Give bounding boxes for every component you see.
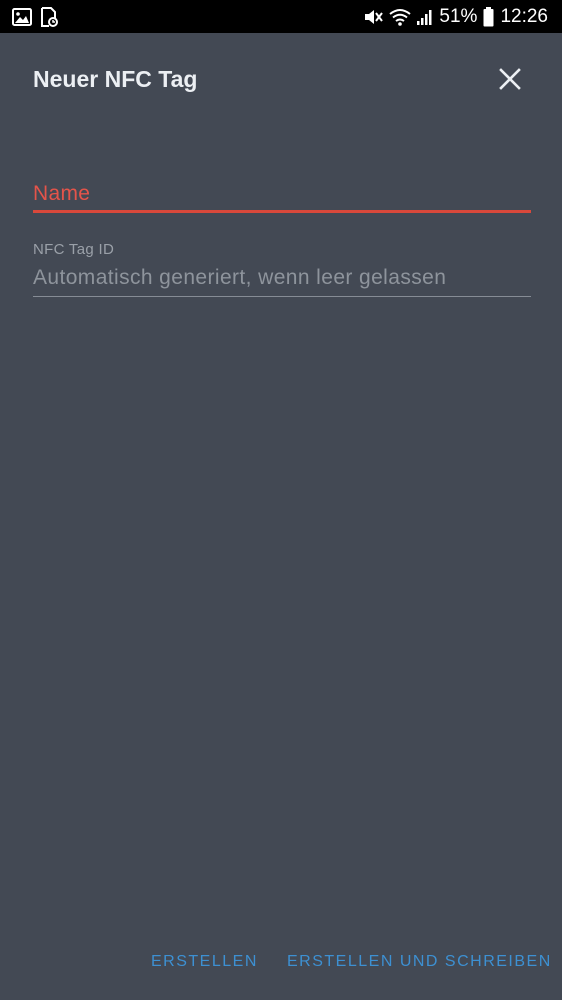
mute-icon: [363, 7, 384, 27]
nfc-tag-id-field: [33, 262, 531, 297]
battery-icon: [483, 6, 494, 27]
nfc-tag-id-input[interactable]: [33, 262, 531, 294]
create-button[interactable]: ERSTELLEN: [151, 953, 258, 971]
status-bar-left: [12, 6, 58, 27]
status-bar-right: 51% 12:26: [363, 6, 548, 28]
nfc-tag-id-label: NFC Tag ID: [33, 241, 115, 258]
dialog-title: Neuer NFC Tag: [33, 66, 198, 92]
signal-icon: [417, 8, 433, 26]
name-input[interactable]: [33, 179, 531, 209]
close-button[interactable]: [494, 63, 526, 95]
screenshot-icon: [40, 6, 58, 27]
dialog-actions: ERSTELLEN ERSTELLEN UND SCHREIBEN: [0, 953, 562, 979]
status-bar: 51% 12:26: [0, 0, 562, 33]
name-field: [33, 179, 531, 213]
gallery-icon: [12, 7, 32, 26]
wifi-icon: [389, 8, 412, 26]
clock: 12:26: [500, 5, 548, 27]
new-nfc-tag-dialog: Neuer NFC Tag NFC Tag ID ERSTELLEN ERSTE…: [0, 33, 562, 1000]
close-icon[interactable]: [499, 68, 521, 90]
battery-percentage: 51%: [439, 5, 478, 27]
create-and-write-button[interactable]: ERSTELLEN UND SCHREIBEN: [287, 953, 552, 971]
